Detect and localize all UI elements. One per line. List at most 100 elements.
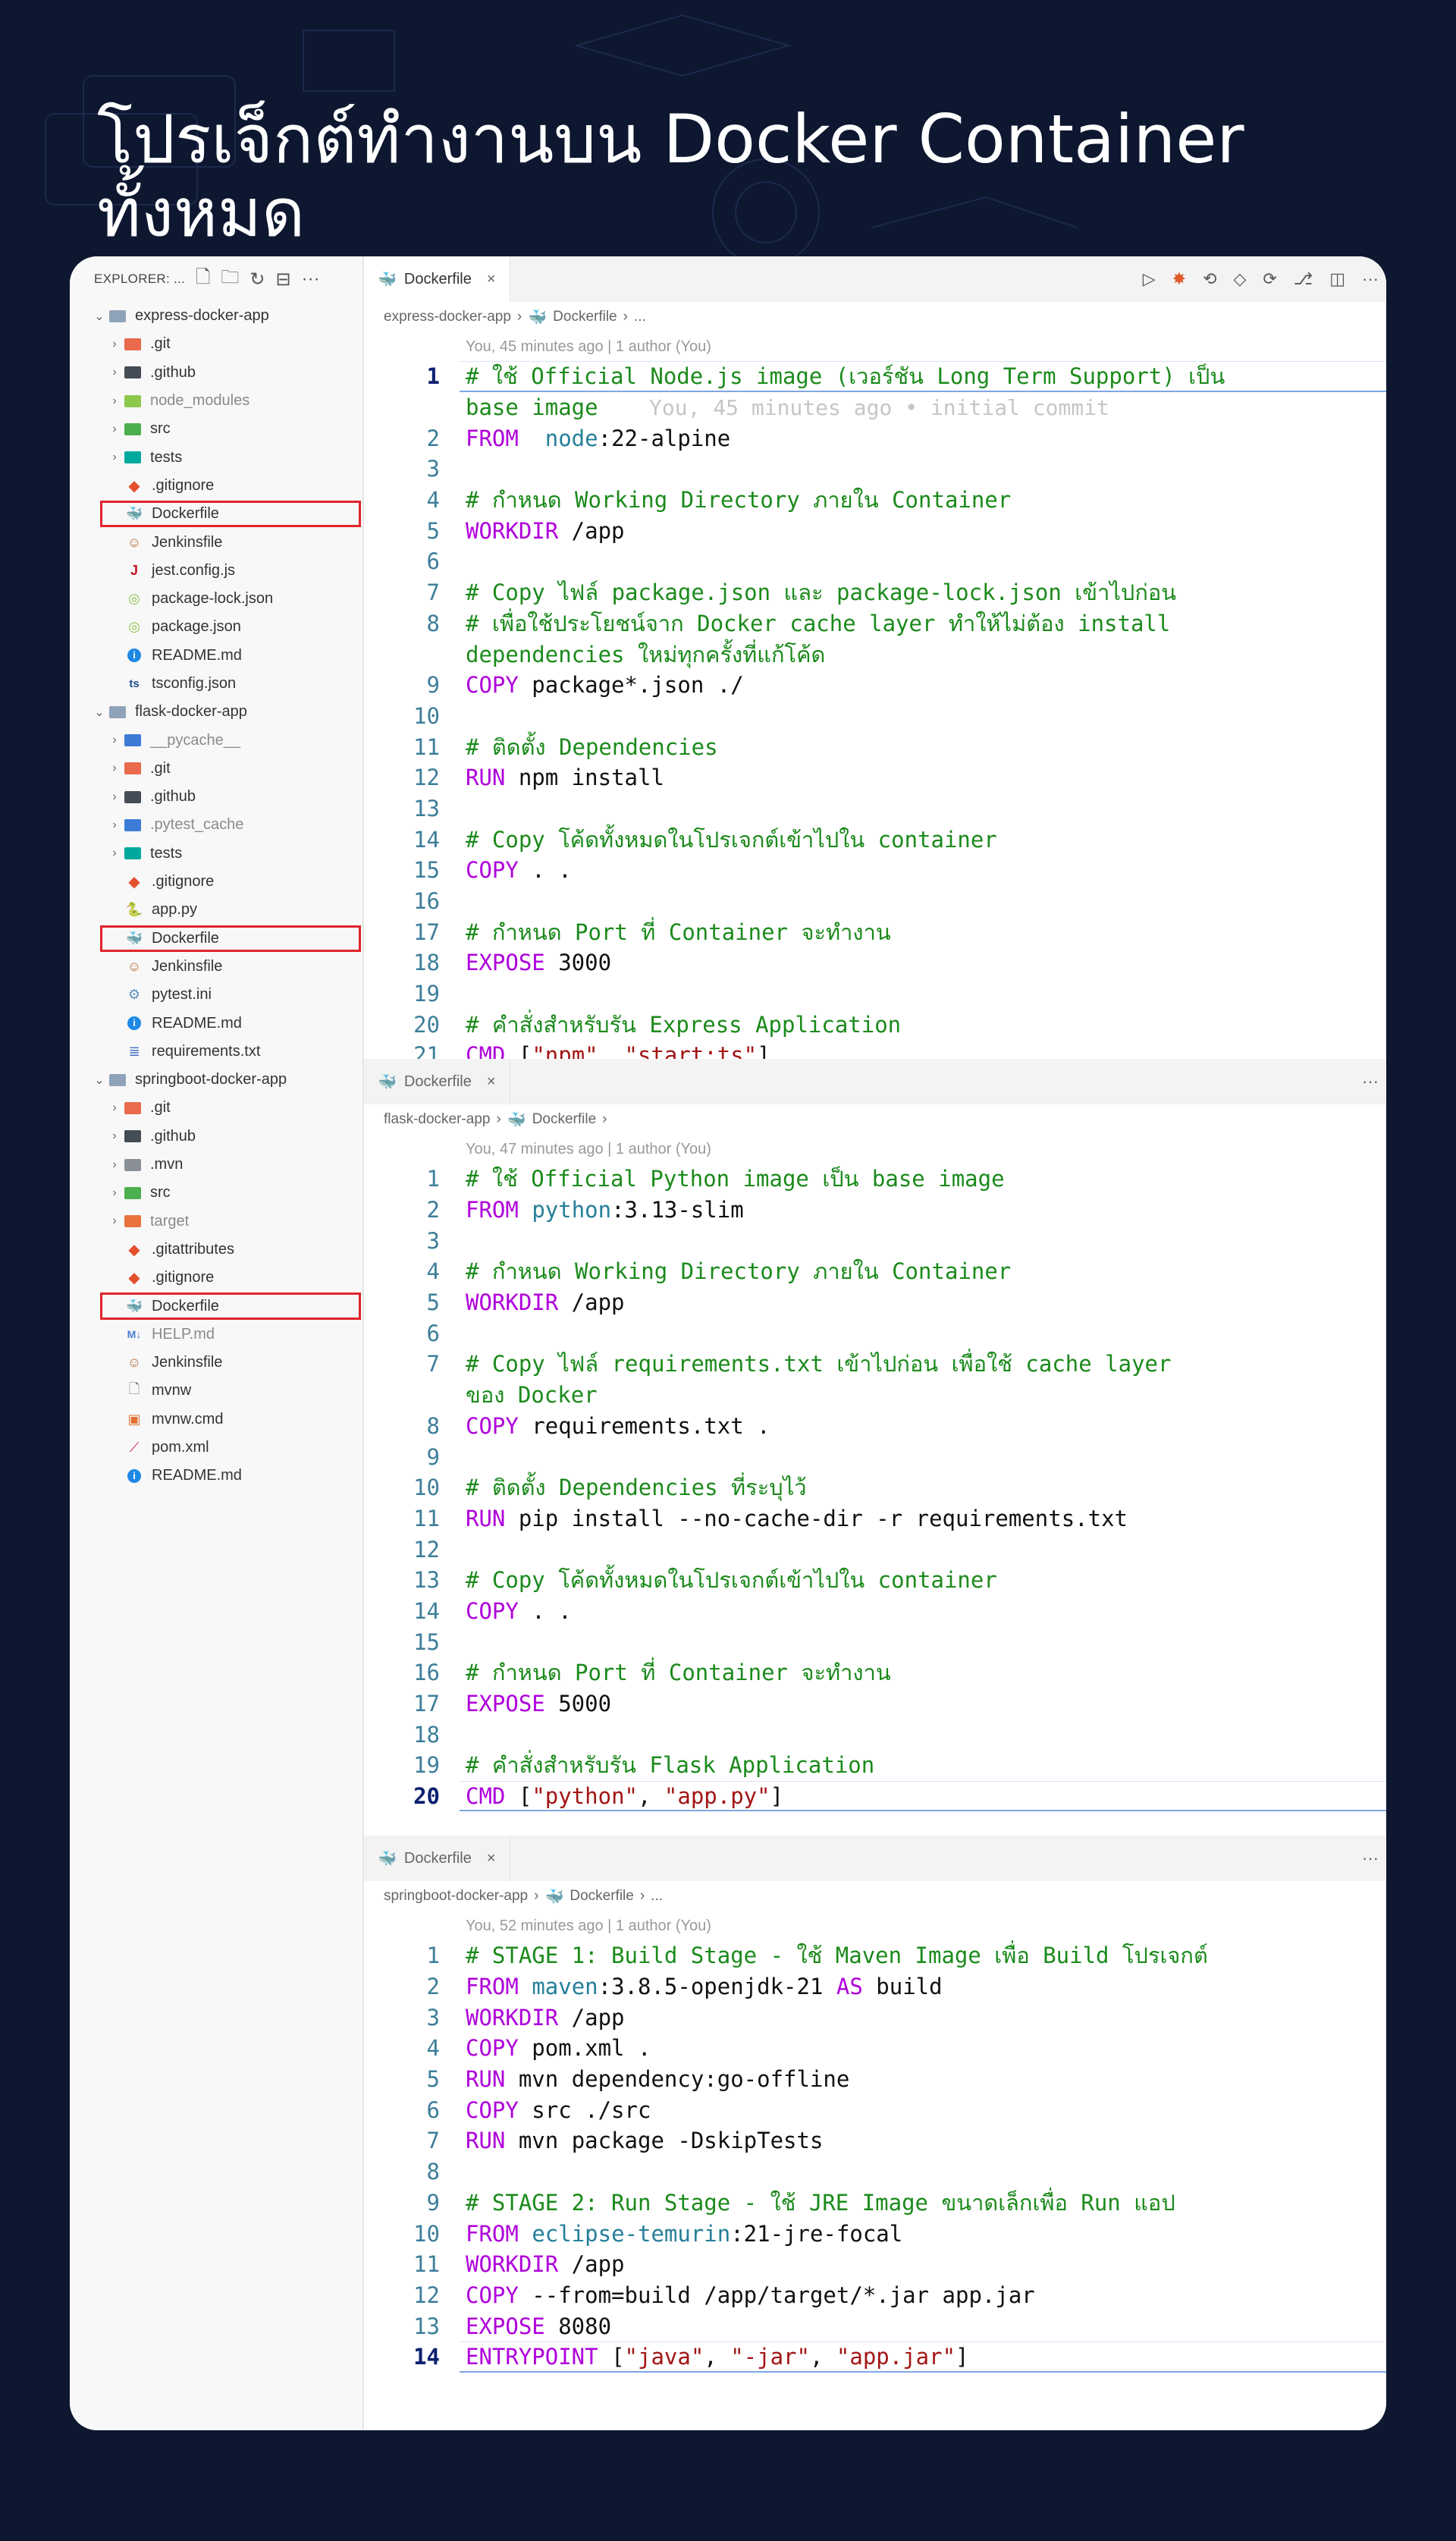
code-line[interactable]: 4 COPY pom.xml .: [364, 2033, 1386, 2064]
more-actions-icon[interactable]: ···: [1362, 1072, 1379, 1091]
code-line[interactable]: 3 WORKDIR /app: [364, 2002, 1386, 2033]
tree-folder[interactable]: › __pycache__: [70, 726, 362, 754]
chevron-right-icon[interactable]: ›: [106, 1186, 123, 1200]
tree-file[interactable]: 🐳 Dockerfile: [70, 1292, 362, 1320]
breadcrumb-file[interactable]: Dockerfile: [553, 309, 617, 325]
tree-file[interactable]: ≣ requirements.txt: [70, 1038, 362, 1066]
tree-file[interactable]: ☺ Jenkinsfile: [70, 528, 362, 556]
chevron-right-icon[interactable]: ›: [106, 1101, 123, 1115]
close-icon[interactable]: ×: [487, 1850, 496, 1867]
tree-file[interactable]: 🐳 Dockerfile: [70, 925, 362, 953]
breadcrumb-folder[interactable]: express-docker-app: [384, 309, 511, 325]
tab-dockerfile[interactable]: 🐳 Dockerfile ×: [364, 1836, 510, 1881]
git-blame-annotation[interactable]: You, 45 minutes ago | 1 author (You): [364, 332, 1386, 361]
project-folder[interactable]: ⌄ express-docker-app: [70, 302, 362, 330]
code-line[interactable]: 9 COPY package*.json ./: [364, 670, 1386, 701]
code-line[interactable]: 15 COPY . .: [364, 855, 1386, 886]
chevron-down-icon[interactable]: ⌄: [91, 1073, 108, 1088]
code-line[interactable]: 16: [364, 886, 1386, 917]
git-blame-annotation[interactable]: You, 52 minutes ago | 1 author (You): [364, 1911, 1386, 1940]
tree-file[interactable]: ⚙ pytest.ini: [70, 981, 362, 1009]
chevron-right-icon[interactable]: ›: [106, 394, 123, 408]
chevron-right-icon[interactable]: ›: [106, 366, 123, 379]
code-line[interactable]: 13 EXPOSE 8080: [364, 2310, 1386, 2342]
close-icon[interactable]: ×: [487, 271, 496, 288]
chevron-right-icon[interactable]: ›: [106, 1214, 123, 1228]
code-line[interactable]: 1 # STAGE 1: Build Stage - ใช้ Maven Imag…: [364, 1940, 1386, 1971]
code-line[interactable]: 8: [364, 2156, 1386, 2188]
tree-folder[interactable]: › .github: [70, 359, 362, 387]
code-line[interactable]: base image You, 45 minutes ago • initial…: [364, 392, 1386, 423]
tree-file[interactable]: ⟋ pom.xml: [70, 1434, 362, 1462]
code-line[interactable]: 6: [364, 1318, 1386, 1349]
tree-folder[interactable]: › .git: [70, 330, 362, 358]
code-line[interactable]: 4 # กำหนด Working Directory ภายใน Contain…: [364, 485, 1386, 516]
code-line[interactable]: 10 FROM eclipse-temurin:21-jre-focal: [364, 2218, 1386, 2249]
tree-folder[interactable]: › target: [70, 1208, 362, 1236]
tree-folder[interactable]: › .pytest_cache: [70, 811, 362, 839]
tree-folder[interactable]: › tests: [70, 443, 362, 471]
chevron-right-icon[interactable]: ›: [106, 733, 123, 747]
code-line[interactable]: 9 # STAGE 2: Run Stage - ใช้ JRE Image ขน…: [364, 2188, 1386, 2219]
code-line[interactable]: 13 # Copy โค้ดทั้งหมดในโปรเจกต์เข้าไปใน c…: [364, 1565, 1386, 1596]
code-line[interactable]: 10: [364, 701, 1386, 732]
chevron-right-icon[interactable]: ›: [106, 762, 123, 775]
chevron-right-icon[interactable]: ›: [106, 422, 123, 436]
code-line[interactable]: 21 CMD ["npm", "start:ts"]: [364, 1040, 1386, 1059]
code-line[interactable]: 7 # Copy ไฟล์ package.json และ package-lo…: [364, 577, 1386, 608]
tree-file[interactable]: ◎ package.json: [70, 613, 362, 641]
code-editor[interactable]: You, 47 minutes ago | 1 author (You) 1 # ใ…: [364, 1135, 1386, 1812]
chevron-down-icon[interactable]: ⌄: [91, 705, 108, 720]
breadcrumb-file[interactable]: Dockerfile: [532, 1111, 596, 1128]
chevron-right-icon[interactable]: ›: [106, 790, 123, 804]
project-folder[interactable]: ⌄ flask-docker-app: [70, 698, 362, 726]
code-line[interactable]: 12 RUN npm install: [364, 762, 1386, 793]
tree-file[interactable]: 🐍 app.py: [70, 896, 362, 924]
chevron-right-icon[interactable]: ›: [106, 818, 123, 832]
tree-file[interactable]: ◆ .gitignore: [70, 1264, 362, 1292]
breadcrumb-folder[interactable]: springboot-docker-app: [384, 1888, 528, 1905]
tree-file[interactable]: i README.md: [70, 642, 362, 670]
code-line[interactable]: 5 RUN mvn dependency:go-offline: [364, 2064, 1386, 2095]
code-line[interactable]: 11 # ติดตั้ง Dependencies: [364, 731, 1386, 762]
code-line[interactable]: 17 EXPOSE 5000: [364, 1688, 1386, 1720]
tree-file[interactable]: ▣ mvnw.cmd: [70, 1406, 362, 1434]
code-line[interactable]: 2 FROM maven:3.8.5-openjdk-21 AS build: [364, 1971, 1386, 2002]
tree-folder[interactable]: › node_modules: [70, 387, 362, 415]
source-control-icon[interactable]: ⎇: [1294, 269, 1313, 289]
code-line[interactable]: 12: [364, 1534, 1386, 1565]
tree-file[interactable]: ☺ Jenkinsfile: [70, 1349, 362, 1377]
more-actions-icon[interactable]: ···: [302, 269, 320, 290]
tree-folder[interactable]: › .mvn: [70, 1151, 362, 1179]
tree-file[interactable]: 🐳 Dockerfile: [70, 500, 362, 528]
code-line[interactable]: 8 COPY requirements.txt .: [364, 1411, 1386, 1442]
breadcrumb-folder[interactable]: flask-docker-app: [384, 1111, 490, 1128]
code-line[interactable]: ของ Docker: [364, 1380, 1386, 1411]
debug-icon[interactable]: ✸: [1172, 269, 1186, 289]
code-line[interactable]: 19: [364, 978, 1386, 1010]
tree-file[interactable]: ◆ .gitattributes: [70, 1236, 362, 1264]
code-line[interactable]: 14 COPY . .: [364, 1596, 1386, 1627]
code-line[interactable]: 17 # กำหนด Port ที่ Container จะทำงาน: [364, 916, 1386, 947]
chevron-right-icon[interactable]: ›: [106, 1129, 123, 1143]
code-line[interactable]: dependencies ใหม่ทุกครั้งที่แก้โค้ด: [364, 639, 1386, 670]
code-line[interactable]: 6 COPY src ./src: [364, 2094, 1386, 2125]
tree-folder[interactable]: › .git: [70, 755, 362, 783]
code-line[interactable]: 16 # กำหนด Port ที่ Container จะทำงาน: [364, 1657, 1386, 1688]
tree-folder[interactable]: › src: [70, 1179, 362, 1207]
code-line[interactable]: 18 EXPOSE 3000: [364, 947, 1386, 978]
code-line[interactable]: 19 # คำสั่งสำหรับรัน Flask Application: [364, 1750, 1386, 1781]
tree-folder[interactable]: › .git: [70, 1094, 362, 1122]
tree-folder[interactable]: › src: [70, 415, 362, 443]
code-line[interactable]: 2 FROM python:3.13-slim: [364, 1195, 1386, 1226]
tree-file[interactable]: 🗋 mvnw: [70, 1377, 362, 1405]
chevron-right-icon[interactable]: ›: [106, 846, 123, 860]
code-line[interactable]: 2 FROM node:22-alpine: [364, 422, 1386, 454]
tree-file[interactable]: ◆ .gitignore: [70, 472, 362, 500]
collapse-all-icon[interactable]: ⊟: [276, 269, 291, 291]
code-line[interactable]: 18: [364, 1719, 1386, 1750]
code-line[interactable]: 1 # ใช้ Official Node.js image (เวอร์ชัน …: [364, 361, 1386, 392]
code-line[interactable]: 9: [364, 1441, 1386, 1472]
code-line[interactable]: 14 # Copy โค้ดทั้งหมดในโปรเจกต์เข้าไปใน c…: [364, 824, 1386, 855]
code-line[interactable]: 7 # Copy ไฟล์ requirements.txt เข้าไปก่อน…: [364, 1349, 1386, 1380]
